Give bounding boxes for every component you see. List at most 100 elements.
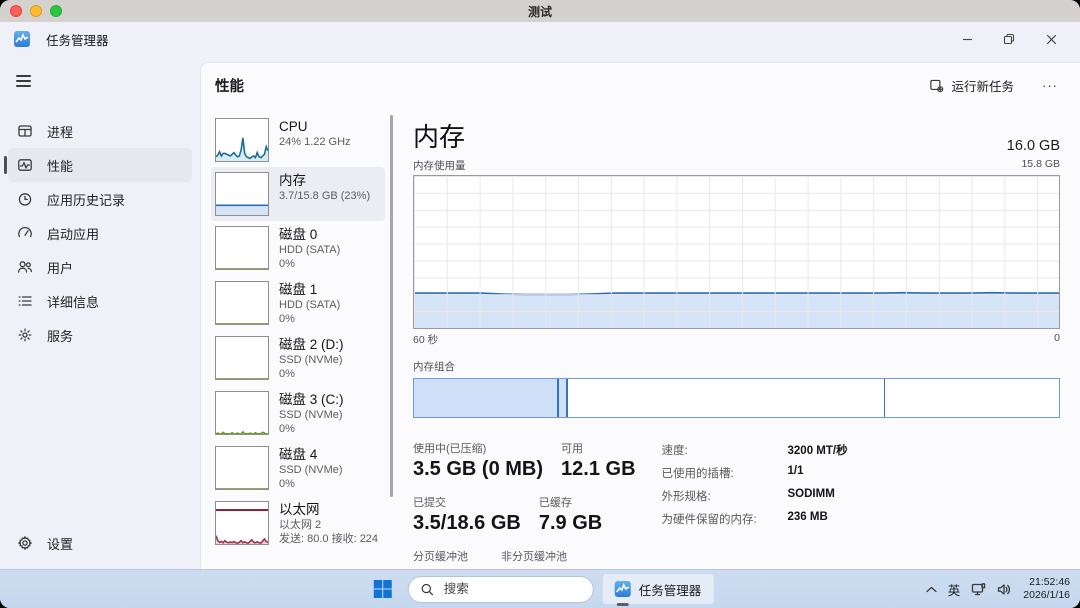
memory-composition-bar[interactable] — [413, 378, 1060, 418]
perf-item-cpu[interactable]: CPU 24% 1.22 GHz — [211, 113, 385, 167]
sidebar-item-startup-apps[interactable]: 启动应用 — [8, 216, 192, 250]
perf-item-disk2[interactable]: 磁盘 2 (D:) SSD (NVMe) 0% — [211, 331, 385, 386]
taskbar: 任务管理器 英 21:52:46 2026/1/16 — [0, 569, 1080, 608]
disk1-mini-graph — [215, 281, 269, 325]
details-icon — [16, 293, 33, 310]
perf-item-sub2: 0% — [279, 312, 340, 326]
ime-indicator[interactable]: 英 — [948, 580, 961, 599]
perf-item-sub: SSD (NVMe) — [279, 353, 344, 367]
perf-item-disk3[interactable]: 磁盘 3 (C:) SSD (NVMe) 0% — [211, 386, 385, 441]
memory-composition-label: 内存组合 — [413, 359, 1060, 374]
memory-mini-graph — [215, 172, 269, 216]
performance-icon — [16, 157, 33, 174]
page-title: 性能 — [215, 75, 244, 96]
tray-chevron-up-icon[interactable] — [926, 586, 937, 593]
perf-item-title: 以太网 — [279, 501, 378, 518]
minimize-button[interactable] — [946, 24, 988, 54]
perf-item-disk1[interactable]: 磁盘 1 HDD (SATA) 0% — [211, 276, 385, 331]
users-icon — [16, 259, 33, 276]
sidebar-item-performance[interactable]: 性能 — [8, 148, 192, 182]
tm-window-title: 任务管理器 — [46, 30, 109, 49]
perf-item-title: 磁盘 0 — [279, 226, 340, 243]
sidebar-item-details[interactable]: 详细信息 — [8, 284, 192, 318]
perf-item-title: 磁盘 2 (D:) — [279, 336, 344, 353]
content-card: 性能 运行新任务 ··· — [200, 62, 1080, 570]
sidebar-item-label: 设置 — [47, 534, 73, 553]
network-icon[interactable] — [971, 583, 986, 596]
detail-label: 速度: — [662, 442, 780, 458]
task-manager-window: 任务管理器 进程 性能 — [0, 22, 1080, 570]
perf-item-title: 内存 — [279, 172, 370, 189]
stat-committed: 已提交 3.5/18.6 GB — [413, 494, 521, 535]
search-icon — [421, 583, 434, 596]
sidebar-item-settings[interactable]: 设置 — [8, 526, 192, 560]
perf-item-sub: HDD (SATA) — [279, 243, 340, 257]
perf-list-scrollbar[interactable] — [390, 115, 393, 497]
sidebar-nav: 进程 性能 应用历史记录 启动应用 — [0, 114, 200, 352]
processes-icon — [16, 123, 33, 140]
perf-item-disk0[interactable]: 磁盘 0 HDD (SATA) 0% — [211, 221, 385, 276]
perf-item-title: CPU — [279, 118, 351, 135]
hamburger-menu-icon[interactable] — [12, 66, 44, 96]
start-button[interactable] — [366, 574, 400, 604]
performance-list: CPU 24% 1.22 GHz 内存 3.7/15.8 GB (23%) — [201, 109, 395, 570]
perf-item-sub: SSD (NVMe) — [279, 408, 344, 422]
search-input[interactable] — [442, 581, 556, 597]
perf-item-sub: 24% 1.22 GHz — [279, 135, 351, 149]
ethernet-send-line — [216, 509, 268, 511]
taskbar-clock[interactable]: 21:52:46 2026/1/16 — [1023, 576, 1070, 602]
run-new-task-icon — [929, 78, 944, 93]
perf-item-title: 磁盘 4 — [279, 446, 343, 463]
detail-label: 已使用的插槽: — [662, 465, 780, 481]
detail-label: 为硬件保留的内存: — [662, 511, 780, 527]
sidebar-item-services[interactable]: 服务 — [8, 318, 192, 352]
composition-free — [885, 379, 1059, 417]
sidebar-item-label: 服务 — [47, 326, 73, 345]
disk0-mini-graph — [215, 226, 269, 270]
startup-icon — [16, 225, 33, 242]
taskbar-app-label: 任务管理器 — [639, 580, 702, 599]
perf-item-sub2: 0% — [279, 422, 344, 436]
close-button[interactable] — [1030, 24, 1072, 54]
time-axis-right: 0 — [1054, 332, 1060, 347]
sidebar-item-users[interactable]: 用户 — [8, 250, 192, 284]
cpu-mini-graph — [215, 118, 269, 162]
perf-item-sub: 以太网 2 — [279, 518, 378, 532]
memory-usage-label: 内存使用量 — [413, 158, 466, 173]
volume-icon[interactable] — [997, 583, 1012, 596]
taskbar-search[interactable] — [408, 576, 594, 603]
stat-paged-pool: 分页缓冲池 222 MB — [413, 548, 483, 570]
settings-gear-icon — [16, 535, 33, 552]
sidebar-item-label: 进程 — [47, 122, 73, 141]
perf-item-disk4[interactable]: 磁盘 4 SSD (NVMe) 0% — [211, 441, 385, 496]
task-manager-icon — [14, 31, 30, 47]
history-icon — [16, 191, 33, 208]
stat-non-paged-pool: 非分页缓冲池 183 MB — [501, 548, 571, 570]
sidebar-item-app-history[interactable]: 应用历史记录 — [8, 182, 192, 216]
perf-item-sub2: 0% — [279, 257, 340, 271]
perf-item-sub2: 0% — [279, 367, 344, 381]
sidebar-item-processes[interactable]: 进程 — [8, 114, 192, 148]
clock-date: 2026/1/16 — [1023, 589, 1070, 602]
clock-time: 21:52:46 — [1023, 576, 1070, 589]
taskbar-task-manager-button[interactable]: 任务管理器 — [602, 573, 715, 605]
time-axis-left: 60 秒 — [413, 332, 438, 347]
ethernet-mini-graph — [215, 501, 269, 545]
disk2-mini-graph — [215, 336, 269, 380]
more-options-button[interactable]: ··· — [1034, 74, 1066, 97]
run-new-task-button[interactable]: 运行新任务 — [919, 71, 1024, 100]
composition-in-use — [414, 379, 559, 417]
memory-pane: 内存 16.0 GB 内存使用量 15.8 GB 60 秒 — [395, 109, 1080, 570]
services-icon — [16, 327, 33, 344]
restore-button[interactable] — [988, 24, 1030, 54]
memory-usage-graph — [413, 175, 1060, 329]
perf-item-sub2: 0% — [279, 477, 343, 491]
memory-stats: 使用中(已压缩) 3.5 GB (0 MB) 可用 12.1 GB — [413, 440, 636, 570]
perf-item-memory[interactable]: 内存 3.7/15.8 GB (23%) — [211, 167, 385, 221]
perf-item-ethernet[interactable]: 以太网 以太网 2 发送: 80.0 接收: 224 — [211, 496, 385, 551]
task-manager-icon — [615, 581, 631, 597]
detail-value: 3200 MT/秒 — [788, 442, 848, 458]
stat-cached: 已缓存 7.9 GB — [539, 494, 602, 535]
sidebar-item-label: 详细信息 — [47, 292, 99, 311]
tm-titlebar: 任务管理器 — [0, 22, 1080, 56]
